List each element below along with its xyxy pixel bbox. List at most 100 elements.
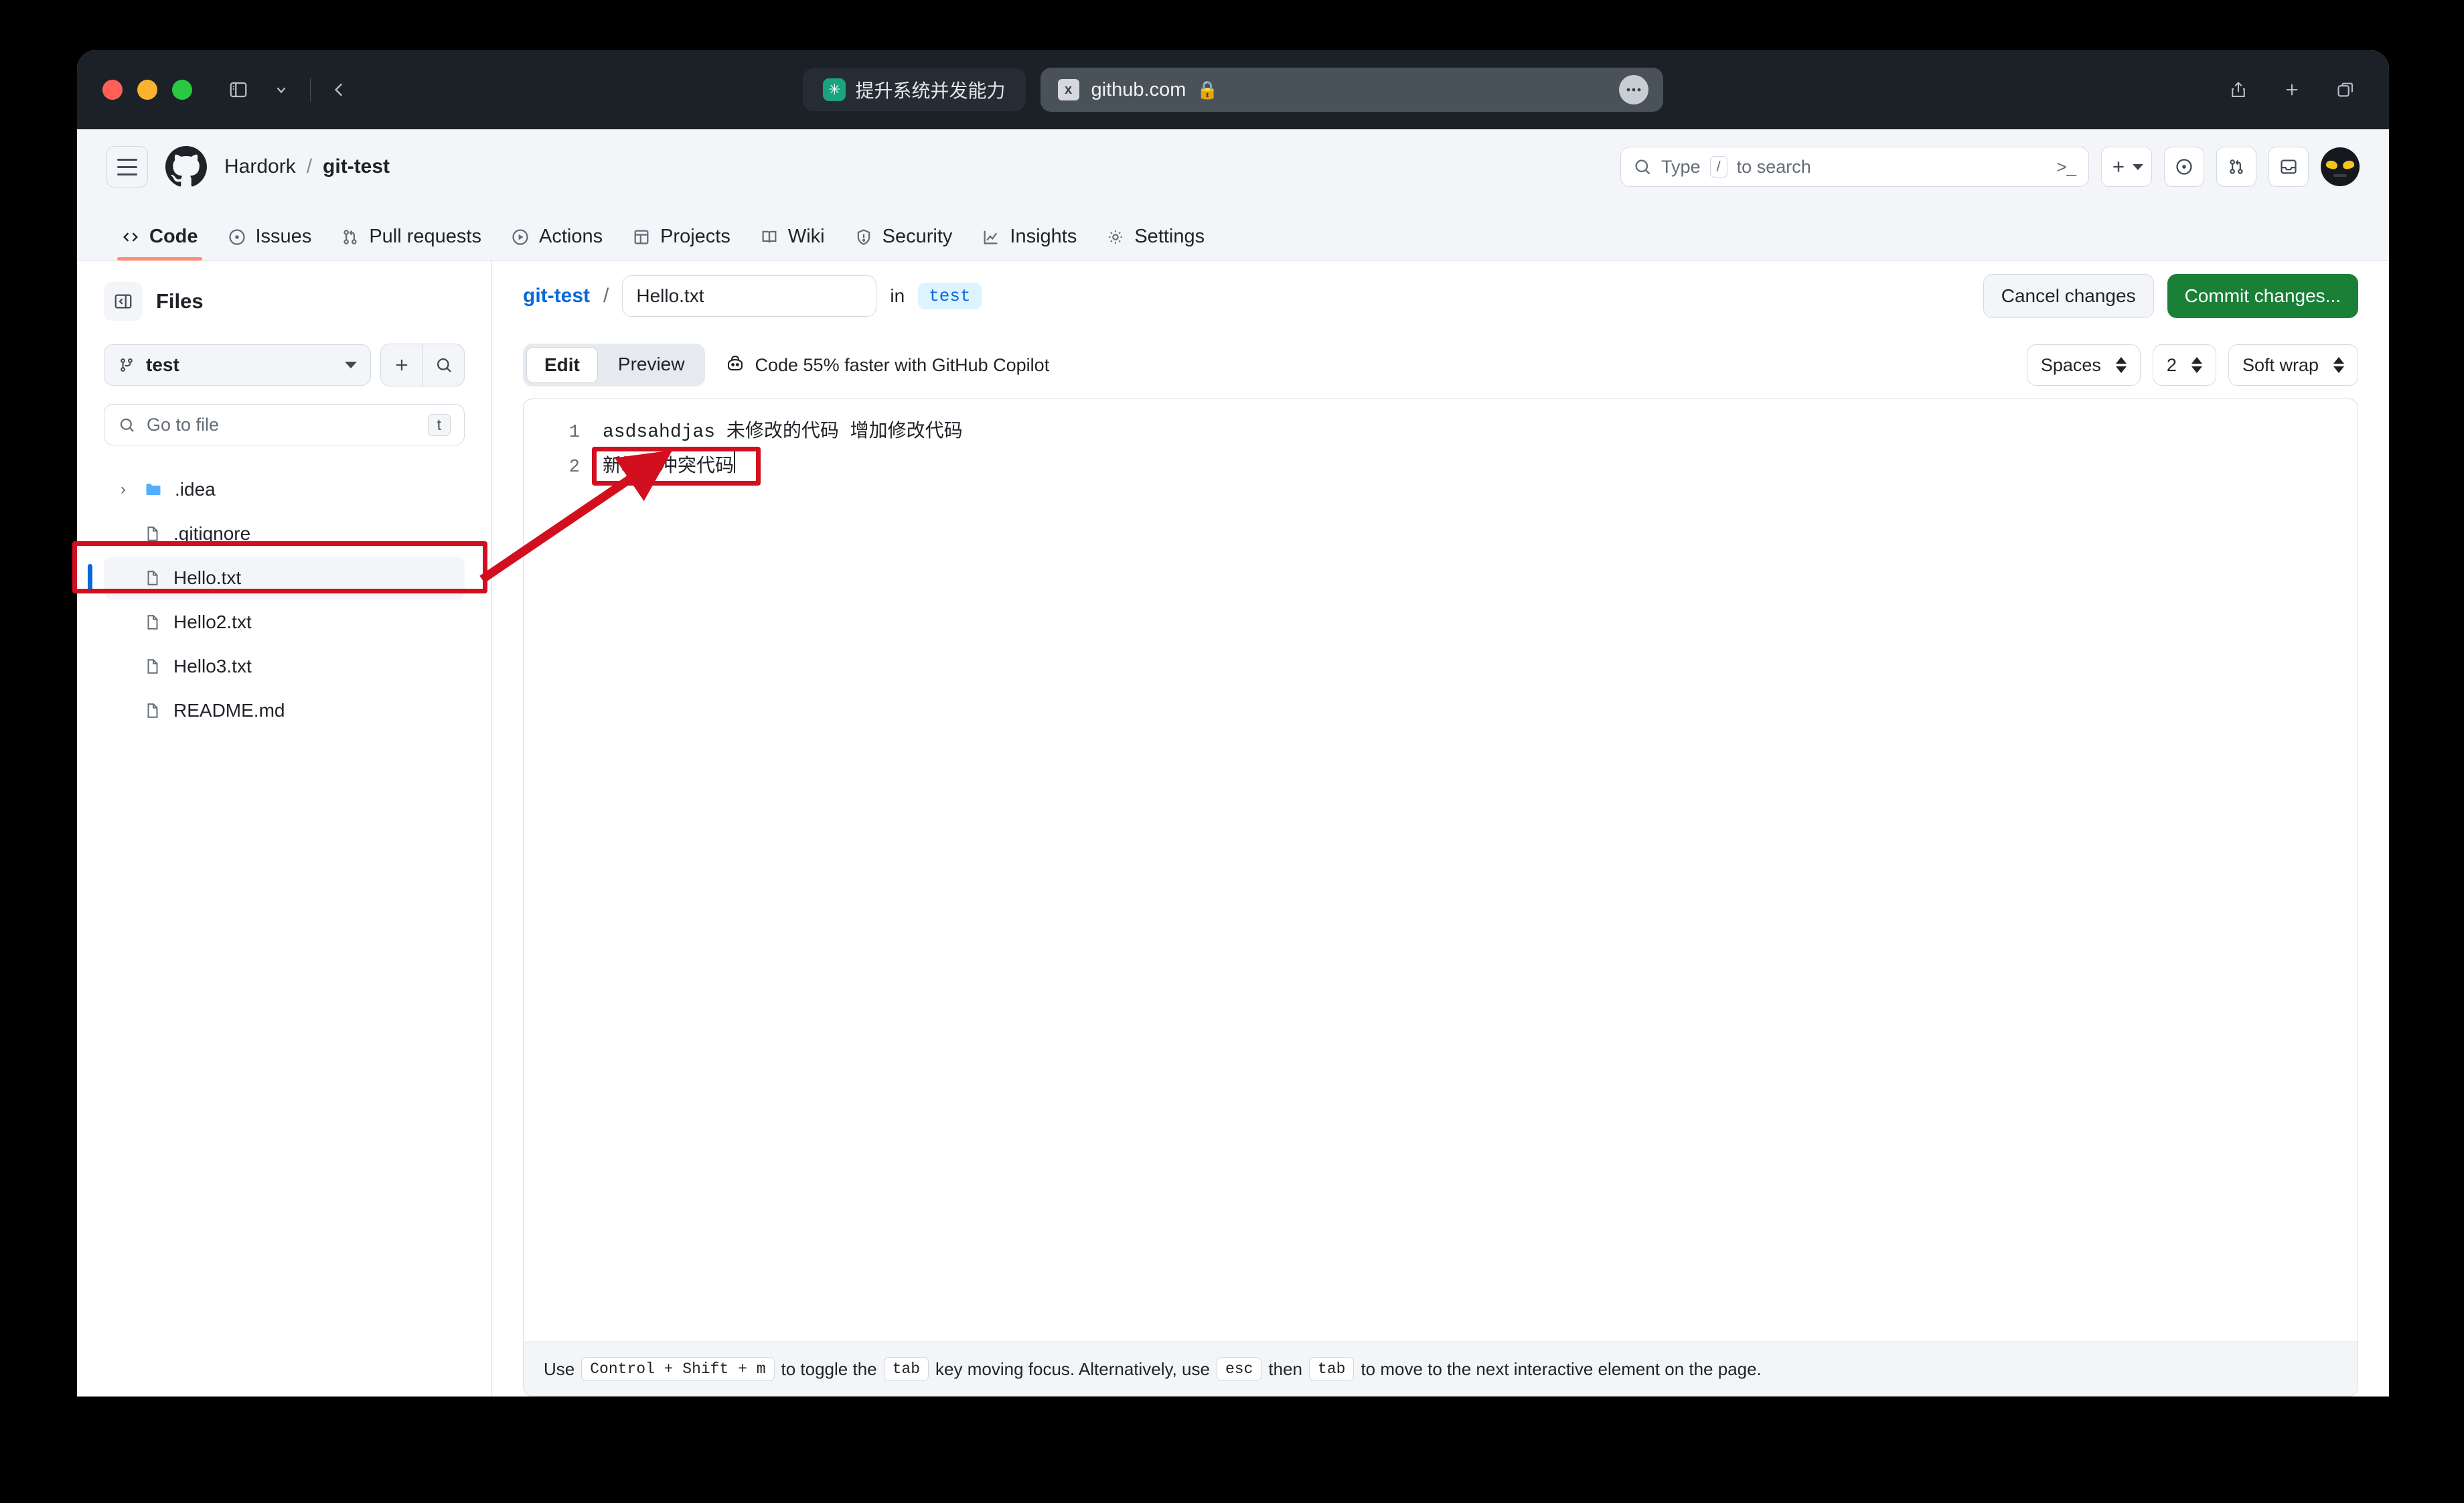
search-files-button[interactable] [422,344,464,386]
indent-type-select[interactable]: Spaces [2027,344,2141,386]
wrap-mode-value: Soft wrap [2242,355,2319,376]
list-item[interactable]: › README.md [104,689,465,732]
chevron-updown-icon [2333,357,2344,373]
avatar[interactable] [2321,147,2360,186]
list-item[interactable]: › .gitignore [104,512,465,555]
lock-icon: 🔒 [1197,80,1218,100]
branch-selector[interactable]: test [104,344,371,386]
code-content[interactable]: 1 asdsahdjas 未修改的代码 增加修改代码 2 新增的冲突代码 [524,399,2358,1342]
file-path-bar: git-test / Hello.txt in test Cancel chan… [492,261,2389,332]
create-new-button[interactable] [2101,147,2152,187]
chevron-down-icon[interactable] [263,72,299,108]
sidebar-toggle-icon[interactable] [220,72,256,108]
hamburger-icon[interactable] [106,146,148,188]
kbd-control-shift-m: Control + Shift + m [581,1357,774,1381]
shield-icon [854,228,873,246]
tab-label: Issues [256,226,312,248]
filename-input[interactable]: Hello.txt [622,275,876,317]
tab-projects[interactable]: Projects [617,226,745,260]
breadcrumb-owner[interactable]: Hardork [224,155,296,178]
tab-label: Actions [539,226,603,248]
go-to-file-input[interactable]: Go to file t [104,404,465,445]
maximize-window-button[interactable] [172,80,192,100]
page-menu-button[interactable] [1619,75,1648,104]
copilot-promo[interactable]: Code 55% faster with GitHub Copilot [725,353,1049,378]
text-cursor [734,450,735,473]
kbd-tab-1: tab [884,1357,929,1381]
sidebar-actions [380,344,465,386]
list-item[interactable]: › Hello2.txt [104,601,465,644]
inbox-button[interactable] [2268,147,2309,187]
file-icon [144,658,161,675]
tab-insights[interactable]: Insights [967,226,1091,260]
list-item[interactable]: › .idea [104,468,465,511]
minimize-window-button[interactable] [137,80,157,100]
tab-actions[interactable]: Actions [496,226,617,260]
tab-security[interactable]: Security [840,226,968,260]
copilot-icon [725,353,745,378]
tab-pull-requests[interactable]: Pull requests [326,226,496,260]
back-button[interactable] [321,72,358,108]
indent-size-select[interactable]: 2 [2153,344,2216,386]
browser-tab-github[interactable]: x github.com 🔒 [1041,68,1663,112]
tab-preview[interactable]: Preview [601,347,702,383]
search-input[interactable]: Type / to search >_ [1620,147,2089,187]
in-label: in [890,285,905,307]
share-icon[interactable] [2220,72,2256,108]
git-branch-icon [118,356,135,374]
file-name: Hello3.txt [173,656,252,677]
tab-overview-icon[interactable] [2327,72,2364,108]
hint-text-1: Use [544,1359,574,1380]
files-sidebar: Files test [77,261,492,1397]
code-icon [121,228,140,246]
cancel-changes-button[interactable]: Cancel changes [1983,274,2154,318]
go-to-file-shortcut: t [428,414,451,436]
tab-code[interactable]: Code [106,226,213,260]
wrap-mode-select[interactable]: Soft wrap [2228,344,2358,386]
chevron-updown-icon [2116,357,2127,373]
commit-changes-button[interactable]: Commit changes... [2167,274,2358,318]
list-item-hello-txt[interactable]: › Hello.txt [104,557,465,599]
tab-label: Security [882,226,953,248]
browser-chrome: ✳ 提升系统并发能力 x github.com 🔒 [77,50,2389,129]
tab-wiki[interactable]: Wiki [745,226,840,260]
browser-tab-title: 提升系统并发能力 [855,76,1005,103]
issues-button[interactable] [2164,147,2204,187]
list-item[interactable]: › Hello3.txt [104,645,465,688]
plus-icon [2110,158,2127,175]
github-logo[interactable] [165,146,207,188]
browser-tabs: ✳ 提升系统并发能力 x github.com 🔒 [77,68,2389,112]
chevron-right-icon[interactable]: › [114,480,132,499]
indent-type-value: Spaces [2041,355,2101,376]
pull-requests-button[interactable] [2216,147,2256,187]
browser-tab-chatgpt[interactable]: ✳ 提升系统并发能力 [803,68,1025,111]
tab-label: Insights [1010,226,1077,248]
tab-settings[interactable]: Settings [1091,226,1219,260]
editor-toolbar: Edit Preview Code 55% faster with GitHub… [492,332,2389,399]
terminal-icon[interactable]: >_ [2056,157,2076,177]
tab-edit[interactable]: Edit [526,347,598,383]
tab-label: Settings [1134,226,1205,248]
tab-label: Pull requests [369,226,481,248]
gear-icon [1106,228,1125,246]
close-window-button[interactable] [102,80,123,100]
add-file-button[interactable] [381,344,422,386]
git-pull-request-icon [341,228,360,246]
plus-icon [392,356,411,374]
sidebar-collapse-icon[interactable] [104,282,143,321]
indent-size-value: 2 [2167,355,2177,376]
search-icon [118,416,136,434]
code-line: 2 新增的冲突代码 [524,450,2358,485]
breadcrumb-separator: / [307,155,312,178]
code-line: 1 asdsahdjas 未修改的代码 增加修改代码 [524,415,2358,450]
line-number: 1 [524,415,597,450]
new-tab-icon[interactable] [2274,72,2310,108]
tab-issues[interactable]: Issues [213,226,327,260]
code-editor[interactable]: 1 asdsahdjas 未修改的代码 增加修改代码 2 新增的冲突代码 Use… [523,399,2358,1397]
table-icon [632,228,651,246]
breadcrumb-repo[interactable]: git-test [323,155,390,178]
search-icon [435,356,453,374]
repo-link[interactable]: git-test [523,285,590,307]
chevron-updown-icon [2191,357,2202,373]
issue-opened-icon [228,228,246,246]
